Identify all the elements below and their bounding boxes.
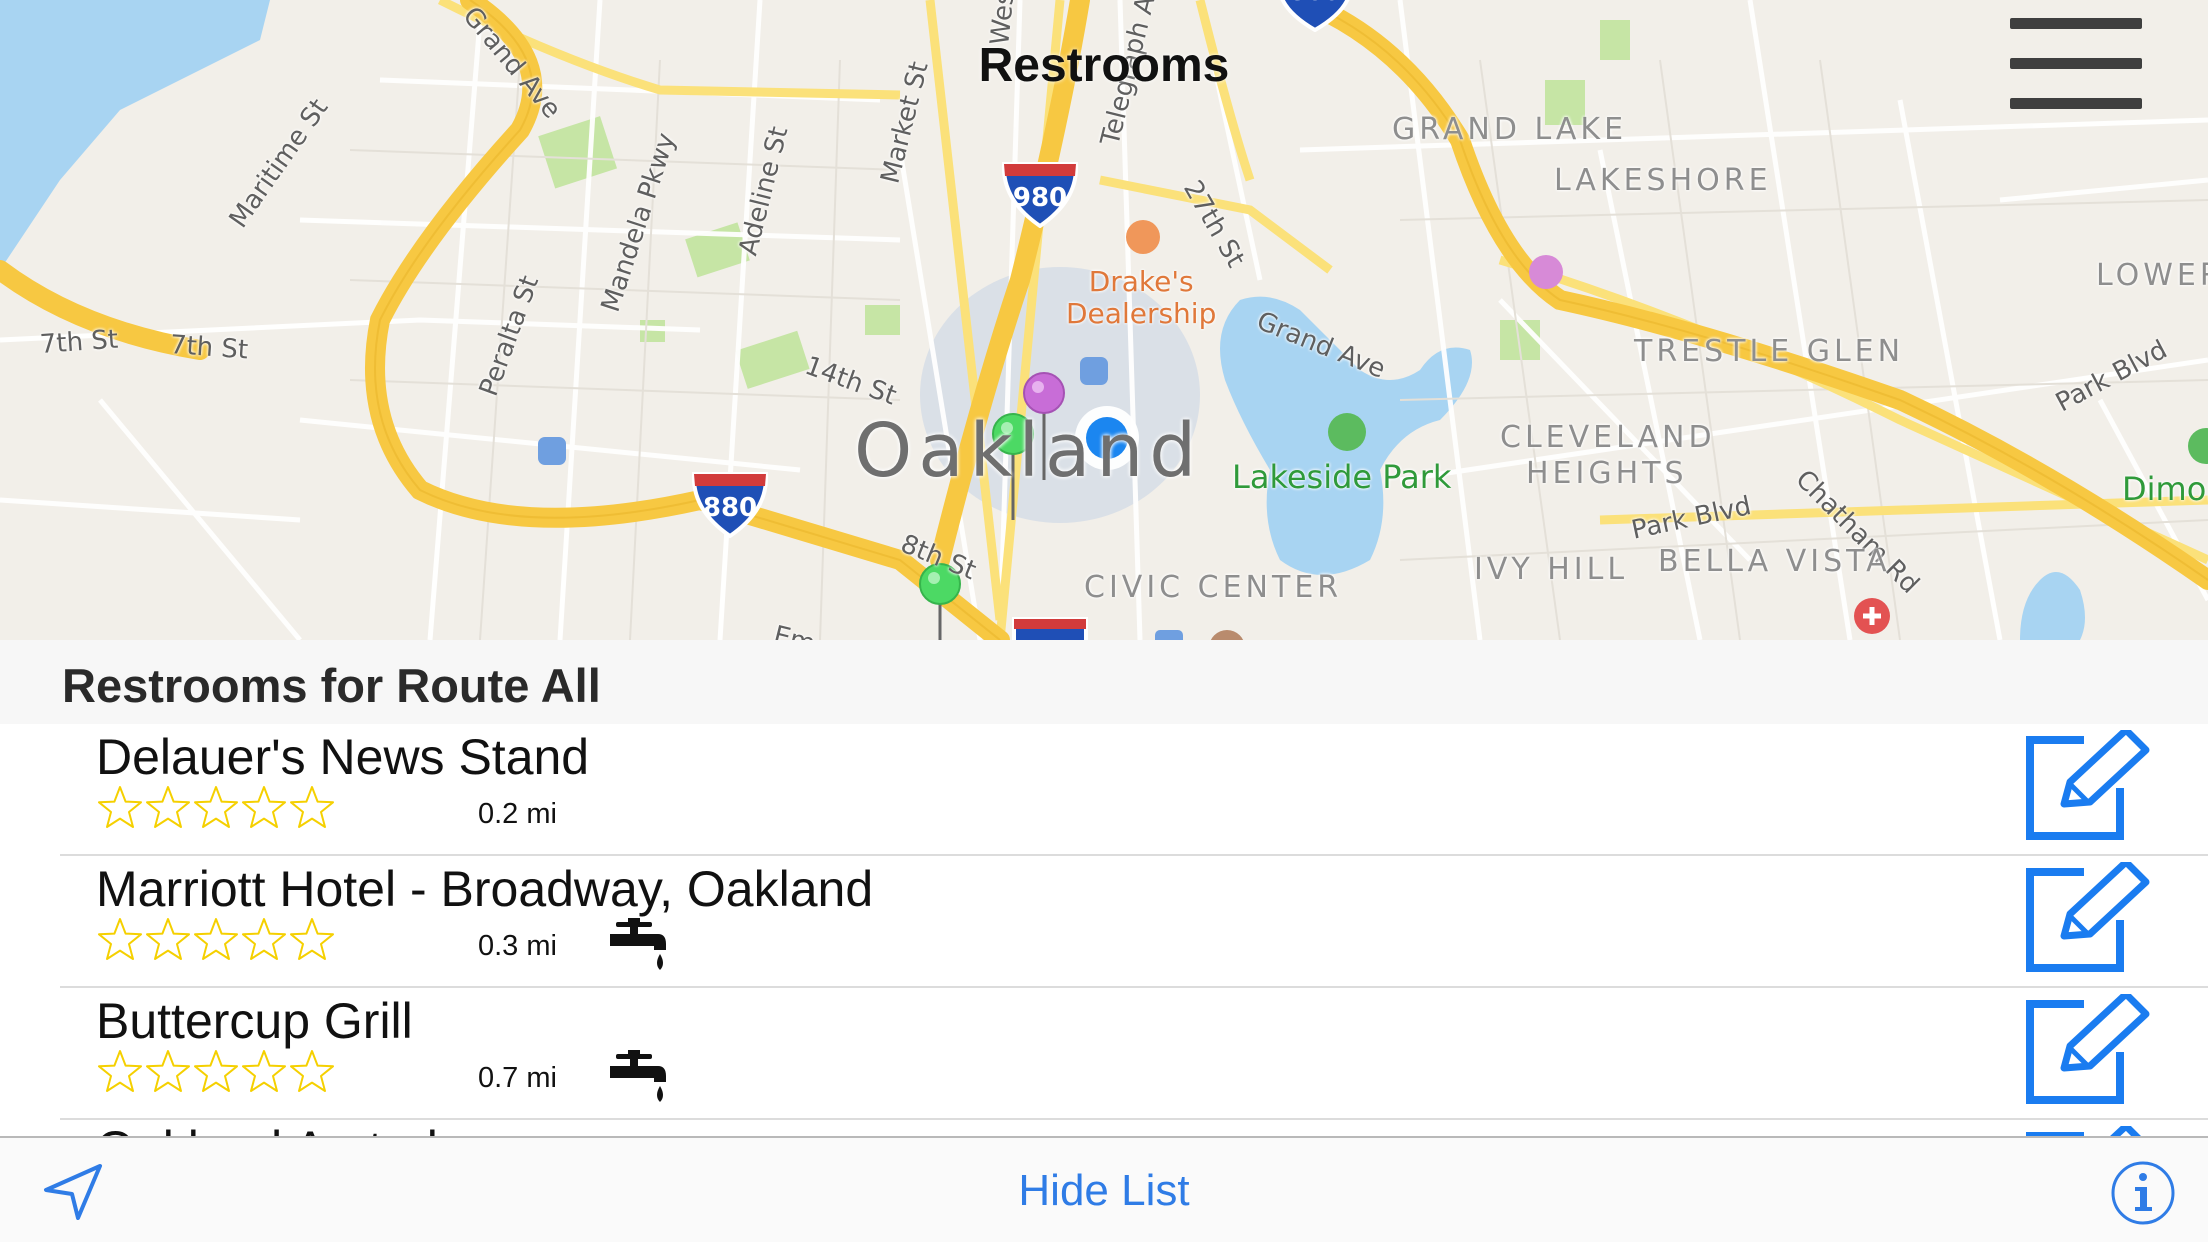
poi-label-line: Dealership bbox=[1066, 297, 1217, 330]
menu-bar bbox=[2010, 18, 2142, 29]
edit-icon[interactable] bbox=[2024, 1126, 2152, 1136]
poi-label-dimond: Dimon bbox=[2122, 470, 2208, 508]
restroom-name: Marriott Hotel - Broadway, Oakland bbox=[96, 861, 874, 917]
edit-icon[interactable] bbox=[2024, 730, 2152, 842]
svg-text:980: 980 bbox=[1013, 183, 1067, 213]
star-outline-icon bbox=[98, 1050, 142, 1092]
faucet-icon bbox=[610, 1050, 666, 1102]
page-title: Restrooms bbox=[978, 39, 1230, 92]
bottom-toolbar: Hide List bbox=[0, 1136, 2208, 1242]
neighborhood-label: GRAND LAKE bbox=[1392, 112, 1628, 147]
interstate-580-shield-icon: 580 bbox=[1280, 0, 1350, 32]
star-rating bbox=[96, 916, 336, 968]
poi-label-line: Drake's bbox=[1088, 265, 1194, 298]
map-view[interactable]: 980 880 580 Grand Ave Maritime St Mandel… bbox=[0, 0, 2208, 640]
restroom-list[interactable]: Delauer's News Stand 0.2 mi Marriott Hotel… bbox=[0, 724, 2208, 1136]
neighborhood-label: IVY HILL bbox=[1474, 552, 1629, 587]
list-item[interactable]: Buttercup Grill 0.7 mi bbox=[0, 988, 2208, 1120]
street-label: 7th St bbox=[38, 324, 120, 360]
city-label: Oakland bbox=[854, 408, 1203, 494]
neighborhood-label: BELLA VISTA bbox=[1658, 544, 1891, 579]
neighborhood-label: LAKESHORE bbox=[1554, 163, 1772, 198]
hamburger-menu-icon[interactable] bbox=[2010, 18, 2142, 110]
star-outline-icon bbox=[98, 918, 142, 960]
poi-label-lakeside-park: Lakeside Park bbox=[1232, 458, 1452, 496]
street-label: 7th St bbox=[168, 330, 250, 366]
neighborhood-label: TRESTLE GLEN bbox=[1634, 334, 1905, 369]
star-outline-icon bbox=[290, 786, 334, 828]
edit-icon[interactable] bbox=[2024, 994, 2152, 1106]
list-item[interactable]: Marriott Hotel - Broadway, Oakland 0.3 mi bbox=[0, 856, 2208, 988]
star-outline-icon bbox=[242, 786, 286, 828]
menu-bar bbox=[2010, 98, 2142, 109]
neighborhood-label: CIVIC CENTER bbox=[1084, 570, 1343, 605]
location-arrow-icon[interactable] bbox=[40, 1162, 106, 1222]
star-outline-icon bbox=[242, 1050, 286, 1092]
distance-label: 0.2 mi bbox=[478, 798, 557, 830]
info-icon[interactable] bbox=[2110, 1160, 2176, 1226]
neighborhood-label: CLEVELAND bbox=[1500, 420, 1716, 455]
svg-text:580: 580 bbox=[1290, 0, 1340, 6]
restroom-name: Oakland Amtrak bbox=[96, 1120, 452, 1136]
star-outline-icon bbox=[146, 918, 190, 960]
poi-label-drakes-dealership: Drake's Dealership bbox=[1066, 266, 1216, 330]
interstate-shield-partial-icon bbox=[1012, 617, 1088, 640]
hide-list-button-wrap: Hide List bbox=[0, 1166, 2208, 1216]
star-outline-icon bbox=[290, 1050, 334, 1092]
star-rating bbox=[96, 784, 336, 836]
list-section-header: Restrooms for Route All bbox=[0, 640, 2208, 724]
star-outline-icon bbox=[146, 1050, 190, 1092]
menu-bar bbox=[2010, 58, 2142, 69]
star-outline-icon bbox=[242, 918, 286, 960]
star-rating bbox=[96, 1048, 336, 1100]
edit-icon[interactable] bbox=[2024, 862, 2152, 974]
interstate-880-shield-icon: 880 bbox=[691, 472, 769, 538]
star-outline-icon bbox=[194, 786, 238, 828]
distance-label: 0.7 mi bbox=[478, 1062, 557, 1094]
hide-list-button[interactable]: Hide List bbox=[1018, 1166, 1189, 1215]
restroom-name: Delauer's News Stand bbox=[96, 729, 590, 785]
interstate-980-shield-icon: 980 bbox=[1001, 162, 1079, 228]
star-outline-icon bbox=[146, 786, 190, 828]
svg-text:880: 880 bbox=[703, 493, 757, 523]
distance-label: 0.3 mi bbox=[478, 930, 557, 962]
list-item[interactable]: Oakland Amtrak bbox=[0, 1120, 2208, 1136]
restroom-name: Buttercup Grill bbox=[96, 993, 413, 1049]
star-outline-icon bbox=[194, 1050, 238, 1092]
star-outline-icon bbox=[290, 918, 334, 960]
star-outline-icon bbox=[194, 918, 238, 960]
list-item[interactable]: Delauer's News Stand 0.2 mi bbox=[0, 724, 2208, 856]
faucet-icon bbox=[610, 918, 666, 970]
neighborhood-label: LOWER bbox=[2096, 258, 2208, 293]
list-header-title: Restrooms for Route All bbox=[62, 659, 601, 712]
star-outline-icon bbox=[98, 786, 142, 828]
app-screen: 980 880 580 Grand Ave Maritime St Mandel… bbox=[0, 0, 2208, 1242]
neighborhood-label: HEIGHTS bbox=[1526, 456, 1688, 491]
